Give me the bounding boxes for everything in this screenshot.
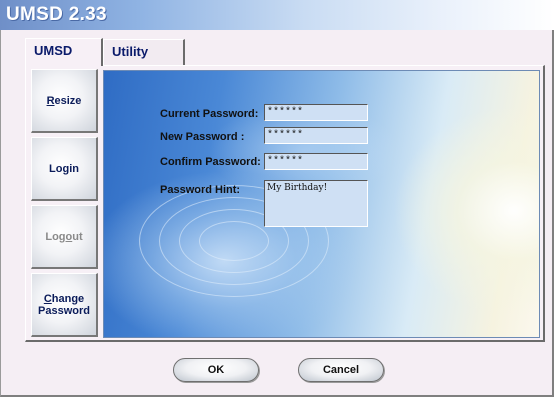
resize-button-label: Resize — [46, 94, 82, 107]
confirm-password-label: Confirm Password: — [160, 156, 261, 168]
logout-button-label: Logout — [45, 230, 83, 243]
resize-button[interactable]: Resize — [31, 69, 98, 133]
tab-panel: Resize Login Logout Change Password Curr… — [25, 65, 545, 342]
new-password-label: New Password : — [160, 131, 245, 143]
main-window: UMSD Utility Resize Login Logout Change … — [0, 30, 554, 397]
password-hint-label: Password Hint: — [160, 184, 241, 196]
login-button-label: Login — [49, 162, 79, 175]
change-password-button-label: Change Password — [38, 292, 90, 317]
confirm-password-field[interactable]: ****** — [264, 153, 368, 170]
tab-utility[interactable]: Utility — [103, 39, 185, 65]
password-hint-field[interactable]: My Birthday! — [264, 180, 368, 227]
logout-button[interactable]: Logout — [31, 205, 98, 269]
current-password-label: Current Password: — [160, 108, 259, 120]
change-password-button[interactable]: Change Password — [31, 273, 98, 337]
tab-umsd[interactable]: UMSD — [25, 38, 103, 66]
window-title: UMSD 2.33 — [6, 4, 107, 25]
title-bar[interactable]: UMSD 2.33 — [0, 0, 554, 30]
login-button[interactable]: Login — [31, 137, 98, 201]
cancel-button[interactable]: Cancel — [298, 358, 384, 382]
current-password-field[interactable]: ****** — [264, 104, 368, 121]
content-area: Current Password: ****** New Password : … — [103, 70, 540, 338]
ok-button[interactable]: OK — [173, 358, 259, 382]
new-password-field[interactable]: ****** — [264, 127, 368, 144]
